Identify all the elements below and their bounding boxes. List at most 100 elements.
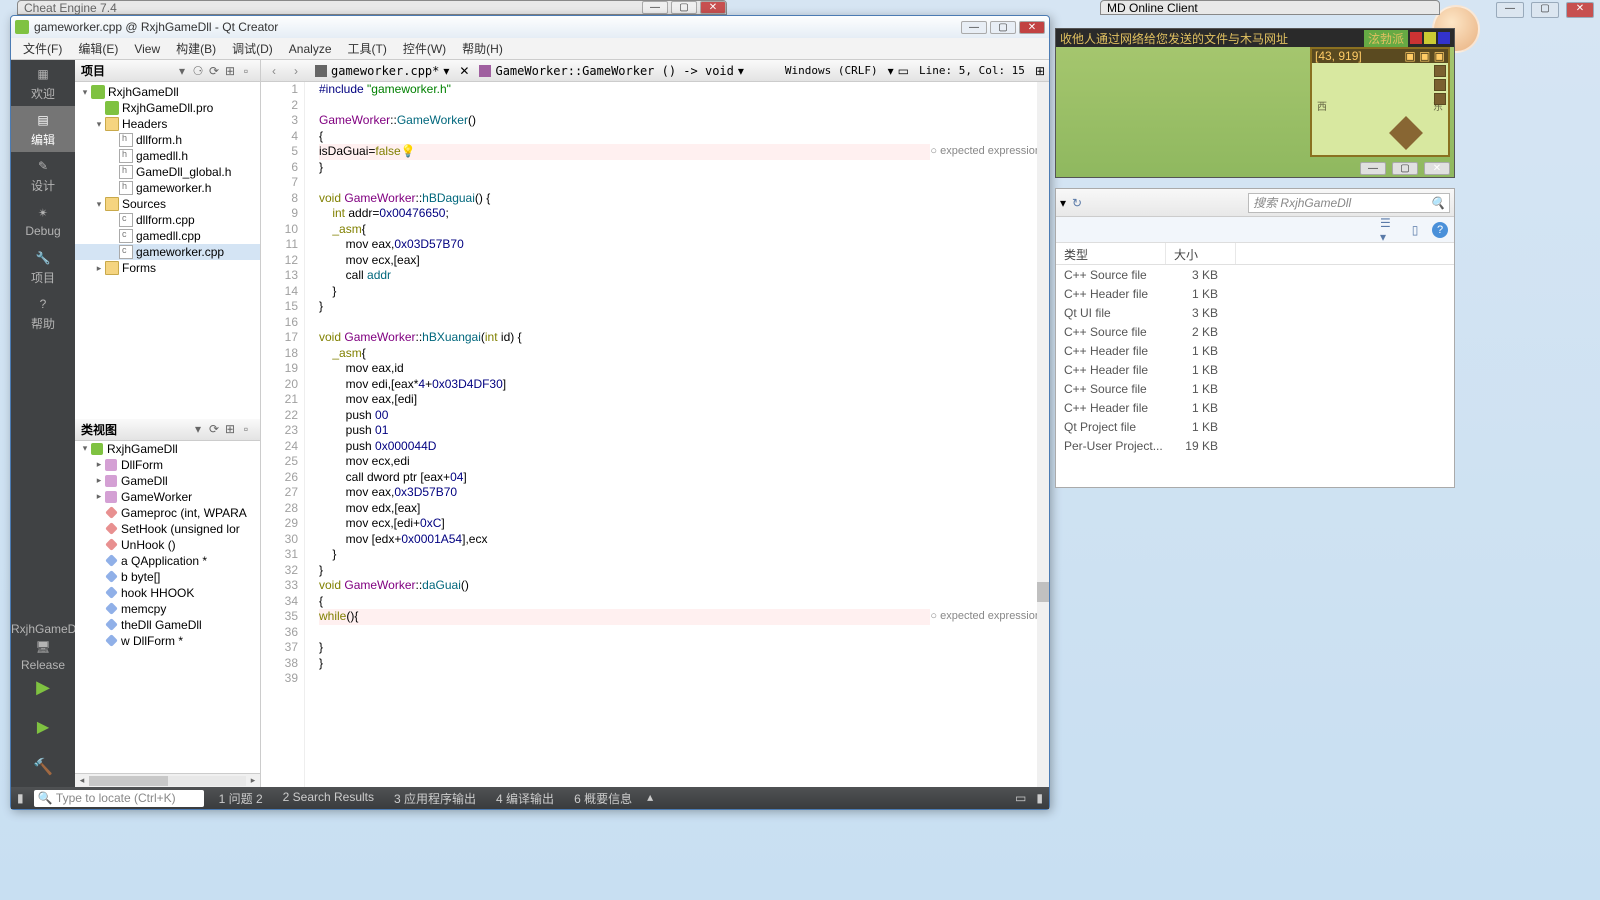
class-item[interactable]: UnHook () xyxy=(75,537,260,553)
mode-edit[interactable]: ▤ 编辑 xyxy=(11,106,75,152)
expand-icon[interactable]: ▴ xyxy=(647,790,653,807)
menu-item[interactable]: View xyxy=(126,40,168,58)
tree-item[interactable]: dllform.h xyxy=(75,132,260,148)
encoding[interactable]: Windows (CRLF) xyxy=(779,64,884,77)
filter-icon[interactable]: ⚆ xyxy=(190,64,206,78)
close-icon[interactable]: ▫ xyxy=(238,422,254,436)
scrollbar[interactable] xyxy=(1037,82,1049,787)
file-row[interactable]: C++ Header file1 KB xyxy=(1056,341,1454,360)
tree-item[interactable]: GameDll_global.h xyxy=(75,164,260,180)
flag-icon[interactable] xyxy=(1424,32,1436,44)
class-item[interactable]: ▾RxjhGameDll xyxy=(75,441,260,457)
view-options-icon[interactable]: ☰ ▾ xyxy=(1380,221,1398,239)
split-icon[interactable]: ⊞ xyxy=(222,422,238,436)
output-panel-tab[interactable]: 1 问题 2 xyxy=(214,790,268,807)
tree-item[interactable]: ▾Sources xyxy=(75,196,260,212)
build-button[interactable]: 🔨 xyxy=(11,747,75,787)
explorer-rows[interactable]: C++ Source file3 KBC++ Header file1 KBQt… xyxy=(1056,265,1454,455)
tree-item[interactable]: ▾Headers xyxy=(75,116,260,132)
maximize-button[interactable]: ▢ xyxy=(990,21,1016,34)
col-type[interactable]: 类型 xyxy=(1056,243,1166,264)
mini-button[interactable] xyxy=(1434,79,1446,91)
minimize-button[interactable]: — xyxy=(1496,2,1524,18)
menu-item[interactable]: 帮助(H) xyxy=(454,38,511,59)
help-icon[interactable]: ? xyxy=(1432,222,1448,238)
file-crumb[interactable]: gameworker.cpp* ▾ xyxy=(309,64,455,78)
mode-help[interactable]: ? 帮助 xyxy=(11,290,75,336)
tree-item[interactable]: gamedll.h xyxy=(75,148,260,164)
mini-button[interactable] xyxy=(1434,93,1446,105)
kit-selector[interactable]: RxjhGameDll 🖥 Release xyxy=(11,617,75,667)
debug-run-button[interactable]: ▶ xyxy=(11,707,75,747)
file-row[interactable]: C++ Header file1 KB xyxy=(1056,398,1454,417)
close-button[interactable]: ✕ xyxy=(700,1,726,14)
mini-button[interactable] xyxy=(1434,65,1446,77)
sync-icon[interactable]: ⟳ xyxy=(206,64,222,78)
class-item[interactable]: a QApplication * xyxy=(75,553,260,569)
col-size[interactable]: 大小 xyxy=(1166,243,1236,264)
chevron-down-icon[interactable]: ▾ xyxy=(174,64,190,78)
class-item[interactable]: ▸GameDll xyxy=(75,473,260,489)
symbol-crumb[interactable]: GameWorker::GameWorker () -> void ▾ xyxy=(473,64,749,78)
class-item[interactable]: SetHook (unsigned lor xyxy=(75,521,260,537)
class-item[interactable]: ▸GameWorker xyxy=(75,489,260,505)
class-item[interactable]: theDll GameDll xyxy=(75,617,260,633)
menu-item[interactable]: 控件(W) xyxy=(395,38,454,59)
tree-item[interactable]: gamedll.cpp xyxy=(75,228,260,244)
minimize-button[interactable]: — xyxy=(642,1,668,14)
close-button[interactable]: ✕ xyxy=(1566,2,1594,18)
mode-welcome[interactable]: ▦ 欢迎 xyxy=(11,60,75,106)
bookmark-icon[interactable]: ▭ xyxy=(898,64,909,78)
tree-item[interactable]: ▾RxjhGameDll xyxy=(75,84,260,100)
tree-item[interactable]: gameworker.h xyxy=(75,180,260,196)
cheat-engine-window[interactable]: Cheat Engine 7.4 — ▢ ✕ xyxy=(17,0,727,15)
maximize-button[interactable]: ▢ xyxy=(671,1,697,14)
menu-item[interactable]: 工具(T) xyxy=(340,38,395,59)
file-row[interactable]: C++ Source file1 KB xyxy=(1056,379,1454,398)
code-editor[interactable]: 1234567891011121314151617181920212223242… xyxy=(261,82,1049,787)
file-row[interactable]: Per-User Project...19 KB xyxy=(1056,436,1454,455)
split-icon[interactable]: ⊞ xyxy=(222,64,238,78)
file-row[interactable]: C++ Source file2 KB xyxy=(1056,322,1454,341)
titlebar[interactable]: gameworker.cpp @ RxjhGameDll - Qt Creato… xyxy=(11,16,1049,38)
minimize-button[interactable]: — xyxy=(961,21,987,34)
game-viewport[interactable]: 收他人通过网络给您发送的文件与木马网址 泫勃派 [43, 919] ▣ ▣ ▣ … xyxy=(1055,28,1455,178)
chevron-down-icon[interactable]: ▾ xyxy=(190,422,206,436)
minimize-button[interactable]: — xyxy=(1360,162,1386,175)
class-item[interactable]: b byte[] xyxy=(75,569,260,585)
progress-icon[interactable]: ▭ xyxy=(1015,791,1026,805)
output-panel-tab[interactable]: 4 编译输出 xyxy=(491,790,559,807)
tree-item[interactable]: gameworker.cpp xyxy=(75,244,260,260)
menu-item[interactable]: Analyze xyxy=(281,40,340,58)
explorer-columns[interactable]: 类型 大小 xyxy=(1056,243,1454,265)
class-item[interactable]: ▸DllForm xyxy=(75,457,260,473)
tree-item[interactable]: RxjhGameDll.pro xyxy=(75,100,260,116)
close-icon[interactable]: ▫ xyxy=(238,64,254,78)
class-item[interactable]: memcpy xyxy=(75,601,260,617)
file-row[interactable]: C++ Header file1 KB xyxy=(1056,360,1454,379)
mode-debug[interactable]: ✴ Debug xyxy=(11,198,75,244)
run-button[interactable]: ▶ xyxy=(11,667,75,707)
file-row[interactable]: Qt Project file1 KB xyxy=(1056,417,1454,436)
class-item[interactable]: Gameproc (int, WPARA xyxy=(75,505,260,521)
toggle-sidebar-icon[interactable]: ▮ xyxy=(17,791,24,805)
output-panel-tab[interactable]: 3 应用程序输出 xyxy=(389,790,481,807)
fold-column[interactable] xyxy=(305,82,315,787)
explorer-search[interactable]: 搜索 RxjhGameDll 🔍 xyxy=(1248,193,1450,213)
flag-icon[interactable] xyxy=(1438,32,1450,44)
code-content[interactable]: #include "gameworker.h"GameWorker::GameW… xyxy=(315,82,1049,787)
game-client-window[interactable]: MD Online Client xyxy=(1100,0,1440,15)
back-button[interactable]: ‹ xyxy=(265,64,283,78)
menu-item[interactable]: 编辑(E) xyxy=(70,38,126,59)
flag-icon[interactable] xyxy=(1410,32,1422,44)
file-row[interactable]: C++ Header file1 KB xyxy=(1056,284,1454,303)
close-button[interactable]: ✕ xyxy=(1424,162,1450,175)
class-tree[interactable]: ▾RxjhGameDll▸DllForm▸GameDll▸GameWorkerG… xyxy=(75,441,260,774)
toggle-right-icon[interactable]: ▮ xyxy=(1036,791,1043,805)
chevron-down-icon[interactable]: ▾ xyxy=(1060,196,1066,210)
forward-button[interactable]: › xyxy=(287,64,305,78)
output-panel-tab[interactable]: 2 Search Results xyxy=(278,790,379,807)
close-button[interactable]: ✕ xyxy=(1019,21,1045,34)
mode-projects[interactable]: 🔧 项目 xyxy=(11,244,75,290)
project-tree[interactable]: ▾RxjhGameDllRxjhGameDll.pro▾Headersdllfo… xyxy=(75,82,260,419)
